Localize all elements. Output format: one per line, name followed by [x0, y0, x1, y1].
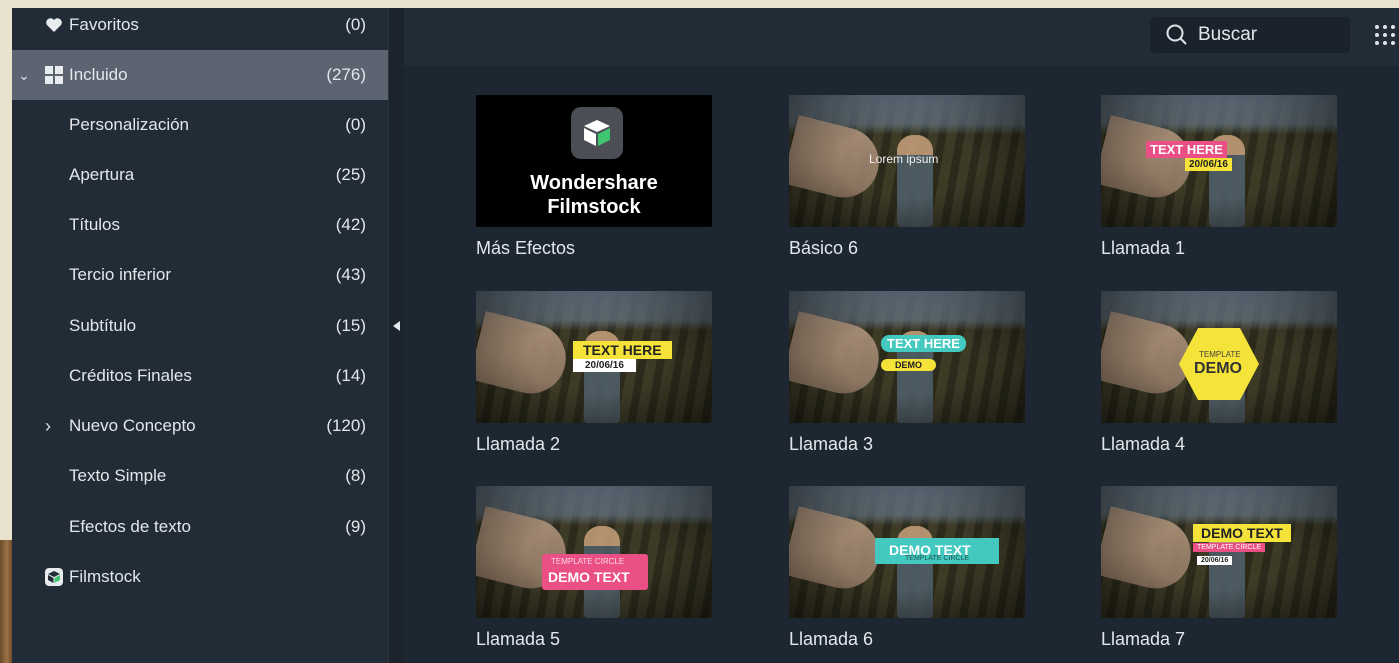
sidebar-item-incluido[interactable]: ⌄ Incluido (276)	[12, 50, 388, 100]
category-sidebar: Favoritos (0) ⌄ Incluido (276) Personali…	[12, 8, 389, 663]
effect-card-llamada-4[interactable]: TEMPLATE DEMO Llamada 4	[1101, 291, 1341, 455]
effect-thumbnail[interactable]: DEMO TEXT TEMPLATE CIRCLE 20/06/16	[1101, 486, 1337, 618]
sidebar-item-label: Nuevo Concepto	[69, 416, 196, 435]
heart-icon	[44, 15, 64, 35]
sidebar-item-count: (43)	[335, 265, 366, 284]
app-window: Favoritos (0) ⌄ Incluido (276) Personali…	[12, 8, 1399, 663]
sidebar-item-label: Filmstock	[69, 567, 141, 586]
sidebar-item-label: Títulos	[69, 215, 121, 234]
sidebar-item-label: Personalización	[69, 115, 190, 134]
sidebar-item-count: (9)	[345, 517, 366, 536]
grid-icon	[44, 65, 64, 85]
effect-caption: Llamada 2	[476, 434, 561, 454]
effect-thumbnail[interactable]: Wondershare Filmstock	[476, 95, 712, 227]
effect-caption: Llamada 3	[789, 434, 874, 454]
sidebar-item-personalizacion[interactable]: Personalización (0)	[12, 100, 388, 150]
sidebar-item-count: (0)	[345, 115, 366, 134]
view-options-icon[interactable]	[1373, 23, 1397, 47]
overlay-text: DEMO TEXT	[548, 569, 630, 585]
sidebar-item-count: (42)	[335, 215, 366, 234]
overlay-template: TEMPLATE CIRCLE	[905, 555, 970, 562]
sidebar-item-count: (276)	[326, 65, 366, 84]
sidebar-item-filmstock[interactable]: Filmstock	[12, 552, 388, 602]
sidebar-item-count: (14)	[335, 366, 366, 385]
effect-card-mas-efectos[interactable]: Wondershare Filmstock Más Efectos	[476, 95, 716, 259]
sidebar-item-label: Apertura	[69, 165, 135, 184]
overlay-text: Lorem ipsum	[869, 152, 939, 166]
sidebar-item-label: Incluido	[69, 65, 128, 84]
effect-card-llamada-1[interactable]: TEXT HERE 20/06/16 Llamada 1	[1101, 95, 1341, 259]
filmstock-icon	[44, 567, 64, 587]
overlay-text: TEXT HERE	[881, 335, 966, 352]
overlay-template: TEMPLATE CIRCLE	[1193, 543, 1266, 552]
search-box[interactable]: Buscar	[1150, 17, 1350, 53]
overlay-date: 20/06/16	[1197, 556, 1233, 565]
overlay-demo: DEMO	[881, 359, 936, 371]
sidebar-item-creditos-finales[interactable]: Créditos Finales (14)	[12, 351, 388, 401]
overlay-text: TEXT HERE	[573, 341, 672, 359]
effect-thumbnail[interactable]: TEXT HERE DEMO	[789, 291, 1025, 423]
effect-card-llamada-7[interactable]: DEMO TEXT TEMPLATE CIRCLE 20/06/16 Llama…	[1101, 486, 1341, 650]
overlay-date: 20/06/16	[573, 359, 636, 372]
effect-caption: Llamada 4	[1101, 434, 1186, 454]
sidebar-item-apertura[interactable]: Apertura (25)	[12, 150, 388, 200]
overlay-date: 20/06/16	[1185, 158, 1232, 171]
effect-caption: Llamada 6	[789, 629, 874, 649]
sidebar-item-nuevo-concepto[interactable]: › Nuevo Concepto (120)	[12, 401, 388, 451]
overlay-text: TEXT HERE	[1146, 141, 1227, 158]
sidebar-item-tercio-inferior[interactable]: Tercio inferior (43)	[12, 250, 388, 300]
sidebar-item-subtitulo[interactable]: Subtítulo (15)	[12, 301, 388, 351]
effect-thumbnail[interactable]: TEXT HERE 20/06/16	[1101, 95, 1337, 227]
sidebar-item-label: Favoritos	[69, 15, 139, 34]
effect-caption: Llamada 7	[1101, 629, 1186, 649]
sidebar-item-texto-simple[interactable]: Texto Simple (8)	[12, 451, 388, 501]
effect-card-llamada-3[interactable]: TEXT HERE DEMO Llamada 3	[789, 291, 1029, 455]
toolbar: Buscar	[404, 8, 1399, 66]
sidebar-item-label: Tercio inferior	[69, 265, 172, 284]
sidebar-item-efectos-de-texto[interactable]: Efectos de texto (9)	[12, 502, 388, 552]
effect-thumbnail[interactable]: DEMO TEXT TEMPLATE CIRCLE	[789, 486, 1025, 618]
sidebar-item-label: Créditos Finales	[69, 366, 192, 385]
effect-thumbnail[interactable]: TEMPLATE DEMO	[1101, 291, 1337, 423]
overlay-template: TEMPLATE CIRCLE	[551, 557, 625, 566]
effect-card-basico-6[interactable]: Lorem ipsum Básico 6	[789, 95, 1029, 259]
sidebar-item-label: Efectos de texto	[69, 517, 191, 536]
sidebar-item-titulos[interactable]: Títulos (42)	[12, 200, 388, 250]
chevron-right-icon[interactable]: ›	[40, 416, 56, 437]
sidebar-item-label: Texto Simple	[69, 466, 167, 485]
effect-caption: Más Efectos	[476, 238, 576, 258]
effect-caption: Llamada 1	[1101, 238, 1186, 258]
overlay-text: DEMO TEXT	[1193, 524, 1291, 542]
search-input[interactable]: Buscar	[1198, 24, 1257, 46]
effect-thumbnail[interactable]: Lorem ipsum	[789, 95, 1025, 227]
effect-thumbnail[interactable]: TEXT HERE 20/06/16	[476, 291, 712, 423]
effect-caption: Básico 6	[789, 238, 859, 258]
sidebar-item-count: (120)	[326, 416, 366, 435]
effect-card-llamada-5[interactable]: TEMPLATE CIRCLE DEMO TEXT Llamada 5	[476, 486, 716, 650]
sidebar-item-count: (0)	[345, 15, 366, 34]
sidebar-item-favoritos[interactable]: Favoritos (0)	[12, 8, 388, 50]
effect-thumbnail[interactable]: TEMPLATE CIRCLE DEMO TEXT	[476, 486, 712, 618]
filmstock-promo-text: Wondershare Filmstock	[476, 171, 712, 219]
effect-caption: Llamada 5	[476, 629, 561, 649]
sidebar-item-label: Subtítulo	[69, 316, 137, 335]
effect-card-llamada-2[interactable]: TEXT HERE 20/06/16 Llamada 2	[476, 291, 716, 455]
effect-card-llamada-6[interactable]: DEMO TEXT TEMPLATE CIRCLE Llamada 6	[789, 486, 1029, 650]
chevron-down-icon[interactable]: ⌄	[16, 67, 32, 84]
collapse-sidebar-icon[interactable]	[393, 321, 400, 331]
sidebar-item-count: (25)	[335, 165, 366, 184]
effects-grid: Wondershare Filmstock Más Efectos Lorem …	[404, 66, 1399, 663]
search-icon	[1166, 24, 1187, 45]
filmstock-logo-icon	[571, 107, 623, 159]
sidebar-item-count: (8)	[345, 466, 366, 485]
promo-line-2: Filmstock	[547, 196, 641, 218]
sidebar-splitter[interactable]	[389, 8, 404, 663]
overlay-demo: DEMO	[1194, 360, 1242, 377]
sidebar-item-count: (15)	[335, 316, 366, 335]
promo-line-1: Wondershare	[530, 172, 658, 194]
